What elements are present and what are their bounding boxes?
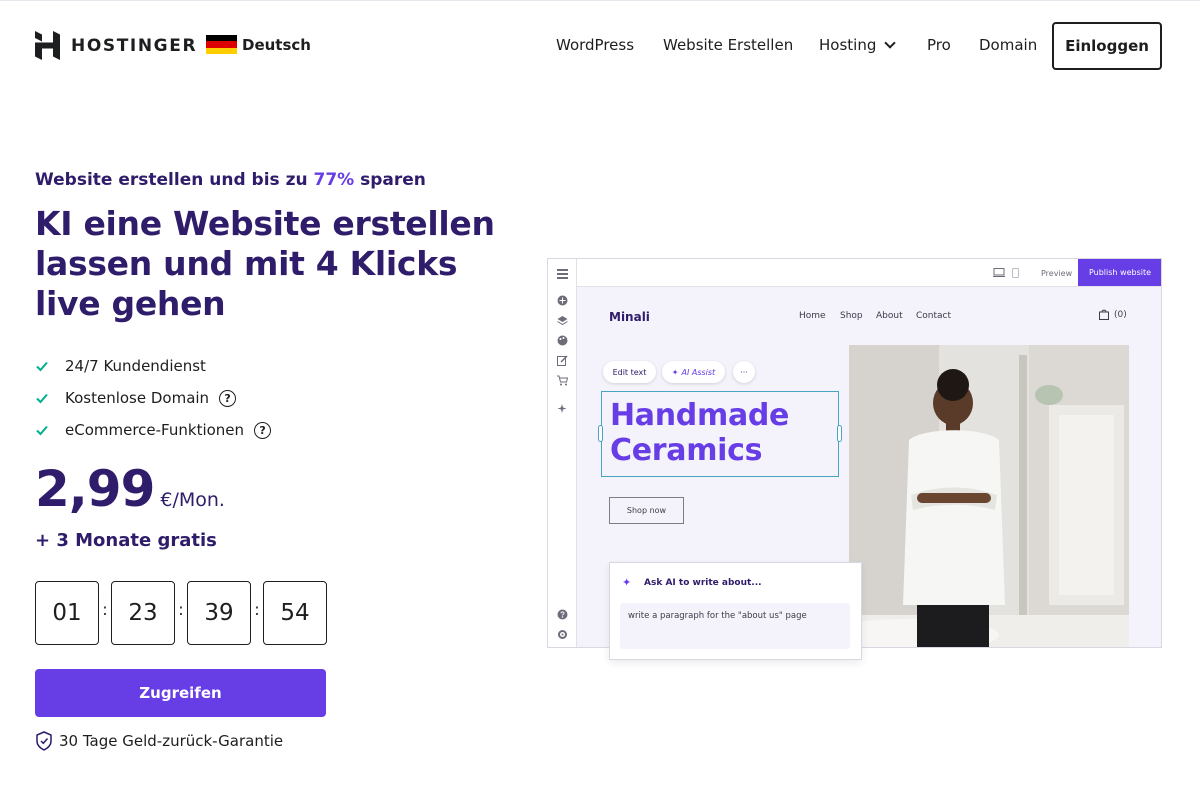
bonus-text: + 3 Monate gratis <box>35 530 217 551</box>
resize-handle[interactable] <box>837 425 842 442</box>
feature-label: Kostenlose Domain <box>65 389 210 407</box>
check-icon <box>36 361 48 372</box>
list-item: 24/7 Kundendienst <box>35 350 271 382</box>
nav-domain[interactable]: Domain <box>979 36 1037 54</box>
site-cart[interactable]: (0) <box>1099 309 1127 320</box>
guarantee: 30 Tage Geld-zurück-Garantie <box>35 731 283 751</box>
builder-toolbar: Preview Publish website <box>548 259 1161 287</box>
guarantee-text: 30 Tage Geld-zurück-Garantie <box>59 732 284 750</box>
hostinger-logo-icon <box>35 31 60 60</box>
layers-icon[interactable] <box>557 315 568 326</box>
price-unit: €/Mon. <box>160 489 225 511</box>
countdown-timer: 01 : 23 : 39 : 54 <box>35 581 327 645</box>
mobile-icon[interactable] <box>1012 268 1019 278</box>
timer-separator: : <box>254 599 260 619</box>
help-icon[interactable] <box>557 609 568 620</box>
feature-label: 24/7 Kundendienst <box>65 357 206 375</box>
palette-icon[interactable] <box>557 335 568 346</box>
sparkle-icon: ✦ <box>622 576 632 589</box>
countdown-days: 01 <box>35 581 99 645</box>
countdown-seconds: 54 <box>263 581 327 645</box>
timer-separator: : <box>178 599 184 619</box>
ai-panel-title: Ask AI to write about... <box>644 578 762 588</box>
ceramics-artist-photo <box>849 345 1129 647</box>
ai-sparkle-icon[interactable] <box>557 403 568 414</box>
ai-prompt-input[interactable]: write a paragraph for the "about us" pag… <box>620 603 850 649</box>
site-nav-home[interactable]: Home <box>799 311 826 321</box>
language-selector[interactable]: Deutsch <box>206 35 311 54</box>
shield-check-icon <box>36 731 52 751</box>
logo-text: HOSTINGER <box>71 35 198 56</box>
store-cart-icon[interactable] <box>557 375 568 386</box>
desktop-icon[interactable] <box>993 268 1005 277</box>
germany-flag-icon <box>206 35 237 54</box>
feature-label: eCommerce-Funktionen <box>65 421 245 439</box>
menu-icon[interactable] <box>557 269 568 281</box>
chevron-down-icon <box>884 37 897 49</box>
publish-button[interactable]: Publish website <box>1078 259 1161 286</box>
login-button[interactable]: Einloggen <box>1052 22 1162 70</box>
promo-prefix: Website erstellen und bis zu <box>35 170 314 190</box>
help-icon[interactable]: ? <box>219 389 237 407</box>
gear-icon[interactable] <box>557 629 568 640</box>
hero-line: Handmade <box>610 398 790 433</box>
promo-suffix: sparen <box>354 170 426 190</box>
timer-separator: : <box>102 599 108 619</box>
site-nav-shop[interactable]: Shop <box>840 311 863 321</box>
cta-button[interactable]: Zugreifen <box>35 669 326 717</box>
ai-assist-chip[interactable]: ✦ AI Assist <box>662 361 725 383</box>
nav-hosting[interactable]: Hosting <box>819 36 897 54</box>
check-icon <box>36 425 48 436</box>
selected-text-block[interactable]: Handmade Ceramics <box>598 391 842 477</box>
cart-count: (0) <box>1114 309 1127 320</box>
ai-assist-label: AI Assist <box>681 367 716 377</box>
promo-text: Website erstellen und bis zu 77% sparen <box>35 170 426 190</box>
list-item: Kostenlose Domain ? <box>35 382 271 414</box>
site-hero-title: Handmade Ceramics <box>610 398 789 468</box>
nav-wordpress[interactable]: WordPress <box>556 36 634 54</box>
list-item: eCommerce-Funktionen ? <box>35 414 272 446</box>
builder-sidebar <box>548 259 577 647</box>
nav-website-erstellen[interactable]: Website Erstellen <box>663 36 793 54</box>
countdown-minutes: 39 <box>187 581 251 645</box>
countdown-hours: 23 <box>111 581 175 645</box>
site-nav-contact[interactable]: Contact <box>916 311 951 321</box>
help-icon[interactable]: ? <box>254 421 272 439</box>
nav-pro[interactable]: Pro <box>927 36 951 54</box>
check-icon <box>36 393 48 404</box>
edit-text-chip[interactable]: Edit text <box>603 361 656 383</box>
hero-line: Ceramics <box>610 433 763 468</box>
site-shop-now-button[interactable]: Shop now <box>609 497 684 524</box>
feature-list: 24/7 Kundendienst Kostenlose Domain ? eC… <box>35 350 272 446</box>
language-label: Deutsch <box>242 35 311 54</box>
cart-icon <box>1099 309 1109 320</box>
site-logo: Minali <box>609 310 650 324</box>
edit-icon[interactable] <box>557 355 568 366</box>
sparkle-icon: ✦ <box>671 367 679 377</box>
site-nav-about[interactable]: About <box>876 311 903 321</box>
top-navigation-bar: HOSTINGER Deutsch WordPress Website Erst… <box>0 0 1200 90</box>
price: 2,99 €/Mon. <box>35 460 225 518</box>
price-value: 2,99 <box>35 460 155 518</box>
preview-button[interactable]: Preview <box>1041 269 1072 278</box>
resize-handle[interactable] <box>598 425 603 442</box>
add-icon[interactable] <box>557 295 568 306</box>
ai-write-panel: ✦ Ask AI to write about... write a parag… <box>609 562 862 660</box>
page-title: KI eine Website erstellen lassen und mit… <box>35 204 495 323</box>
promo-highlight: 77% <box>313 170 355 190</box>
more-options-chip[interactable]: ··· <box>733 361 755 383</box>
hostinger-logo[interactable]: HOSTINGER <box>35 31 197 60</box>
nav-hosting-label: Hosting <box>819 36 877 54</box>
